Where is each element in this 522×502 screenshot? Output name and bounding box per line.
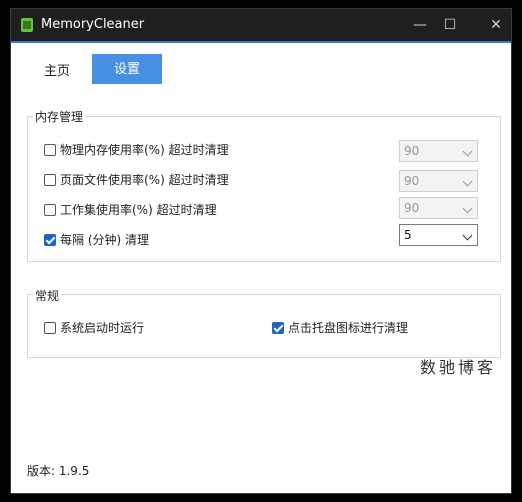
chevron-down-icon <box>462 230 473 241</box>
chevron-down-icon <box>462 146 473 157</box>
tab-settings[interactable]: 设置 <box>92 54 162 84</box>
memory-chip-icon <box>21 18 33 32</box>
general-group-label: 常规 <box>33 287 62 304</box>
tray-click-clean-checkbox[interactable]: 点击托盘图标进行清理 <box>272 319 408 336</box>
select-value: 90 <box>404 174 420 188</box>
page-file-threshold-select: 90 <box>399 170 478 192</box>
checkbox-box <box>44 173 56 186</box>
physical-memory-threshold-select: 90 <box>399 140 478 162</box>
close-button[interactable]: ✕ <box>481 13 511 37</box>
checkbox-box <box>44 143 56 156</box>
chevron-down-icon <box>462 203 473 214</box>
watermark-text: 数驰博客 <box>420 358 497 377</box>
interval-clean-checkbox[interactable]: 每隔 (分钟) 清理 <box>44 231 149 248</box>
physical-memory-checkbox[interactable]: 物理内存使用率(%) 超过时清理 <box>44 141 229 158</box>
minimize-button[interactable]: — <box>405 13 435 37</box>
checkbox-label: 系统启动时运行 <box>60 321 145 335</box>
interval-minutes-select[interactable]: 5 <box>399 224 478 246</box>
checkbox-box <box>44 233 56 246</box>
select-value: 90 <box>404 144 420 158</box>
version-label: 版本: 1.9.5 <box>27 464 90 478</box>
working-set-threshold-select: 90 <box>399 197 478 219</box>
select-value: 5 <box>404 228 412 242</box>
select-value: 90 <box>404 201 420 215</box>
title-bar[interactable]: MemoryCleaner — ☐ ✕ <box>11 9 511 41</box>
checkbox-label: 工作集使用率(%) 超过时清理 <box>60 203 217 217</box>
checkbox-label: 物理内存使用率(%) 超过时清理 <box>60 143 229 157</box>
checkbox-label: 页面文件使用率(%) 超过时清理 <box>60 173 229 187</box>
chevron-down-icon <box>462 176 473 187</box>
checkbox-label: 每隔 (分钟) 清理 <box>60 233 149 247</box>
app-window: MemoryCleaner — ☐ ✕ 主页 设置 内存管理 物理内存使用率(%… <box>10 8 512 494</box>
window-title: MemoryCleaner <box>41 17 145 32</box>
checkbox-box <box>44 203 56 216</box>
checkbox-box <box>44 321 56 334</box>
page-file-checkbox[interactable]: 页面文件使用率(%) 超过时清理 <box>44 171 229 188</box>
working-set-checkbox[interactable]: 工作集使用率(%) 超过时清理 <box>44 201 217 218</box>
checkbox-label: 点击托盘图标进行清理 <box>288 321 409 335</box>
maximize-button[interactable]: ☐ <box>435 13 465 37</box>
memory-group-label: 内存管理 <box>33 108 86 125</box>
checkbox-box <box>272 321 284 334</box>
startup-run-checkbox[interactable]: 系统启动时运行 <box>44 319 144 336</box>
tab-home[interactable]: 主页 <box>37 57 77 85</box>
title-accent-line <box>11 41 511 43</box>
